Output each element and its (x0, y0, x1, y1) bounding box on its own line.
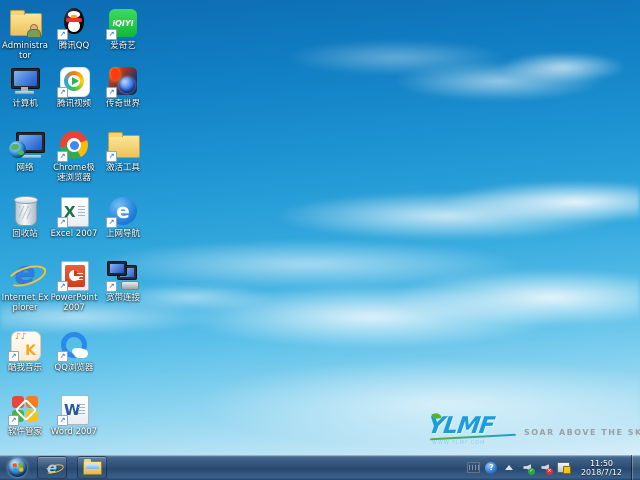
chrome-icon: ↗ (57, 128, 91, 162)
desktop-icon-powerpoint-2007[interactable]: ↗ PowerPoint 2007 (50, 258, 98, 313)
computer-icon (8, 64, 42, 98)
status-ok-icon[interactable]: ✓ (521, 461, 534, 474)
icon-label: 腾讯QQ (50, 41, 98, 51)
desktop-icon-broadband-connection[interactable]: ↗ 宽带连接 (99, 258, 147, 303)
shortcut-arrow-icon: ↗ (106, 87, 117, 98)
desktop-icon-recycle-bin[interactable]: 回收站 (1, 194, 49, 239)
shortcut-arrow-icon: ↗ (106, 281, 117, 292)
web-navigation-e-icon: e ↗ (106, 194, 140, 228)
icon-label: Chrome极速浏览器 (50, 163, 98, 183)
iqiyi-icon: iQIYI ↗ (106, 6, 140, 40)
desktop-icon-qq-browser[interactable]: ↗ QQ浏览器 (50, 328, 98, 373)
kuwo-music-icon: ♪♪K ↗ (8, 328, 42, 362)
internet-explorer-icon: e (47, 459, 57, 477)
windows-logo-icon (12, 463, 23, 473)
excel-icon: X ↗ (57, 194, 91, 228)
network-icon (8, 128, 42, 162)
shortcut-arrow-icon: ↗ (106, 151, 117, 162)
legend-world-game-icon: ↗ (106, 64, 140, 98)
status-alert-icon[interactable]: × (539, 461, 552, 474)
desktop-icon-chrome-browser[interactable]: ↗ Chrome极速浏览器 (50, 128, 98, 183)
input-keyboard-icon[interactable] (467, 461, 480, 474)
icon-label: 激活工具 (99, 163, 147, 173)
desktop-icon-legend-world[interactable]: ↗ 传奇世界 (99, 64, 147, 109)
shortcut-arrow-icon: ↗ (57, 217, 68, 228)
desktop-icon-administrator[interactable]: Administrator (1, 6, 49, 61)
icon-label: 腾讯视频 (50, 99, 98, 109)
shortcut-arrow-icon: ↗ (57, 87, 68, 98)
desktop-icon-internet-explorer[interactable]: e Internet Explorer (1, 258, 49, 313)
shortcut-arrow-icon: ↗ (57, 151, 68, 162)
start-button[interactable] (8, 458, 27, 477)
folder-icon (83, 461, 102, 475)
shortcut-arrow-icon: ↗ (8, 351, 19, 362)
icon-label: QQ浏览器 (50, 363, 98, 373)
ylmf-watermark: YLMF WWW.YLMF.COM SOAR ABOVE THE SKY (428, 414, 628, 450)
taskbar-windows-explorer-button[interactable] (77, 456, 107, 479)
user-folder-icon (8, 6, 42, 40)
icon-label: Word 2007 (50, 427, 98, 437)
desktop-icon-network[interactable]: 网络 (1, 128, 49, 173)
icon-label: 宽带连接 (99, 293, 147, 303)
shortcut-arrow-icon: ↗ (57, 29, 68, 40)
word-icon: W ↗ (57, 392, 91, 426)
powerpoint-icon: ↗ (57, 258, 91, 292)
desktop-icon-computer[interactable]: 计算机 (1, 64, 49, 109)
network-warning-icon[interactable] (557, 461, 570, 474)
icon-label: 软件管家 (1, 427, 49, 437)
software-manager-icon: ↗ (8, 392, 42, 426)
icon-label: 传奇世界 (99, 99, 147, 109)
tencent-video-icon: ↗ (57, 64, 91, 98)
help-icon[interactable]: ? (485, 461, 498, 474)
desktop-icon-web-navigation[interactable]: e ↗ 上网导航 (99, 194, 147, 239)
desktop-icon-tencent-video[interactable]: ↗ 腾讯视频 (50, 64, 98, 109)
icon-label: 网络 (1, 163, 49, 173)
clock-time: 11:50 (581, 459, 622, 468)
icon-label: Excel 2007 (50, 229, 98, 239)
show-hidden-icons-arrow[interactable] (503, 461, 516, 474)
icon-label: 回收站 (1, 229, 49, 239)
system-tray: ? ✓ × 11:50 2018/7/12 (467, 455, 640, 480)
desktop-icon-tencent-qq[interactable]: ↗ 腾讯QQ (50, 6, 98, 51)
taskbar-clock[interactable]: 11:50 2018/7/12 (581, 459, 622, 477)
shortcut-arrow-icon: ↗ (106, 217, 117, 228)
qq-penguin-icon: ↗ (57, 6, 91, 40)
desktop: Administrator 计算机 网络 回收站 e Internet Expl… (0, 0, 640, 480)
desktop-icon-kuwo-music[interactable]: ♪♪K ↗ 酷我音乐 (1, 328, 49, 373)
icon-label: 计算机 (1, 99, 49, 109)
ylmf-tagline: SOAR ABOVE THE SKY (524, 428, 640, 437)
icon-label: 上网导航 (99, 229, 147, 239)
show-desktop-button[interactable] (631, 455, 640, 480)
shortcut-arrow-icon: ↗ (8, 415, 19, 426)
qq-browser-icon: ↗ (57, 328, 91, 362)
icon-label: PowerPoint 2007 (50, 293, 98, 313)
taskbar: e ? ✓ × 11:50 2018/7/12 (0, 455, 640, 480)
recycle-bin-icon (8, 194, 42, 228)
icon-label: Administrator (1, 41, 49, 61)
shortcut-arrow-icon: ↗ (57, 281, 68, 292)
icon-label: Internet Explorer (1, 293, 49, 313)
icon-label: 酷我音乐 (1, 363, 49, 373)
desktop-icon-excel-2007[interactable]: X ↗ Excel 2007 (50, 194, 98, 239)
internet-explorer-icon: e (8, 258, 42, 292)
desktop-icon-iqiyi[interactable]: iQIYI ↗ 爱奇艺 (99, 6, 147, 51)
icon-label: 爱奇艺 (99, 41, 147, 51)
shortcut-arrow-icon: ↗ (57, 415, 68, 426)
shortcut-arrow-icon: ↗ (106, 29, 117, 40)
folder-icon: ↗ (106, 128, 140, 162)
taskbar-internet-explorer-button[interactable]: e (37, 456, 67, 479)
desktop-icon-word-2007[interactable]: W ↗ Word 2007 (50, 392, 98, 437)
desktop-icon-activation-tools[interactable]: ↗ 激活工具 (99, 128, 147, 173)
shortcut-arrow-icon: ↗ (57, 351, 68, 362)
ylmf-url: WWW.YLMF.COM (432, 440, 485, 446)
desktop-icon-software-manager[interactable]: ↗ 软件管家 (1, 392, 49, 437)
clock-date: 2018/7/12 (581, 468, 622, 477)
broadband-connection-icon: ↗ (106, 258, 140, 292)
